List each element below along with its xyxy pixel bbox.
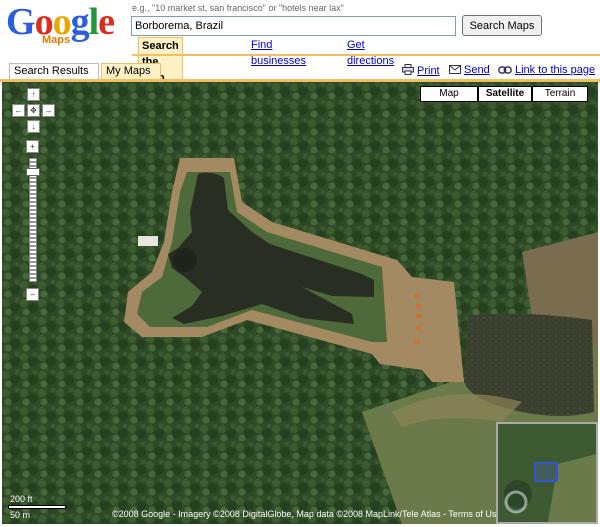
watermark-icon [504,490,528,514]
google-maps-logo[interactable]: Google Maps [6,2,124,48]
link-to-page-group[interactable]: Link to this page [498,64,595,77]
pan-up-arrow-icon[interactable]: ↑ [27,88,40,101]
tab-find-businesses[interactable]: Find businesses [248,37,309,69]
pan-right-arrow-icon[interactable]: → [42,104,55,117]
pan-left-arrow-icon[interactable]: ← [12,104,25,117]
printer-icon [402,64,414,78]
chain-link-icon [498,65,512,77]
map-type-map-button[interactable]: Map [420,86,478,102]
scale-line [8,505,66,509]
pan-center-icon[interactable]: ✥ [27,104,40,117]
pan-down-arrow-icon[interactable]: ↓ [27,120,40,133]
zoom-out-icon[interactable]: − [26,288,39,301]
send-link[interactable]: Send [464,64,490,76]
tab-get-directions[interactable]: Get directions [344,37,397,69]
send-link-group[interactable]: Send [449,64,490,77]
scale-bar: 200 ft 50 m [8,492,68,522]
zoom-control: + − [26,140,40,301]
scale-feet-label: 200 ft [10,494,33,504]
logo-letter: G [6,1,36,43]
logo-letter: g [70,1,90,43]
watermark-logo [502,487,582,517]
map-type-satellite-button[interactable]: Satellite [478,86,532,102]
copyright-text: ©2008 Google - Imagery ©2008 DigitalGlob… [112,509,502,519]
logo-letter: e [98,1,115,43]
print-link-group[interactable]: Print [402,64,440,78]
logo-letter: l [88,1,100,43]
tab-my-maps[interactable]: My Maps [101,63,161,79]
pan-control: ↑ ← ✥ → ↓ [10,86,56,140]
tab-search-results[interactable]: Search Results [9,63,99,79]
overview-viewport[interactable] [534,462,558,482]
zoom-slider-track[interactable] [29,158,37,282]
zoom-slider-thumb[interactable] [26,168,40,176]
scale-meters-label: 50 m [10,510,31,520]
search-input[interactable] [131,16,456,36]
search-hint: e.g., "10 market st, san francisco" or "… [132,3,344,13]
print-link[interactable]: Print [417,65,440,77]
envelope-icon [449,65,461,77]
satellite-map[interactable]: Map Satellite Terrain ↑ ← ✥ → ↓ + − 200 … [2,82,598,524]
maps-label: Maps [42,34,71,46]
zoom-in-icon[interactable]: + [26,140,39,153]
header-divider [132,54,600,56]
map-type-terrain-button[interactable]: Terrain [532,86,588,102]
search-maps-button[interactable]: Search Maps [462,15,542,36]
link-to-page[interactable]: Link to this page [515,64,595,76]
